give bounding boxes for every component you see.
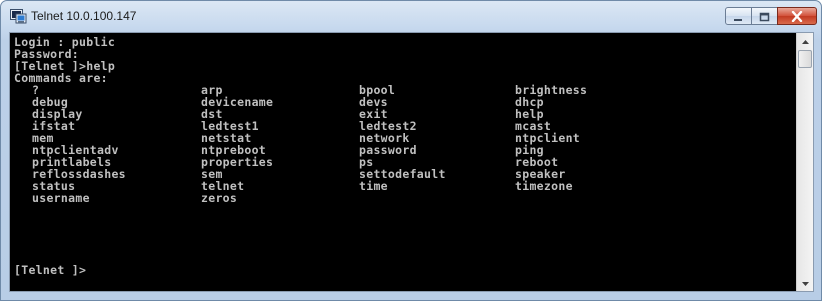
console-line-commands-header: Commands are: [14, 71, 108, 85]
close-icon [791, 7, 803, 26]
arrow-up-icon [801, 37, 809, 46]
command-entry: time [359, 179, 388, 193]
title-bar[interactable]: Telnet 10.0.100.147 [1, 1, 821, 31]
arrow-down-icon [801, 279, 809, 288]
command-entry: username [32, 191, 90, 205]
command-entry: zeros [201, 191, 238, 205]
telnet-window: Telnet 10.0.100.147 Login : public Passw… [0, 0, 822, 301]
close-button[interactable] [777, 7, 817, 25]
maximize-icon [759, 7, 770, 26]
command-entry: timezone [515, 179, 573, 193]
window-title: Telnet 10.0.100.147 [31, 9, 137, 23]
scroll-down-button[interactable] [797, 275, 813, 291]
minimize-button[interactable] [725, 7, 752, 25]
vertical-scrollbar[interactable] [796, 33, 813, 291]
console-client-area: Login : public Password: [Telnet ]>help … [9, 32, 814, 292]
scrollbar-thumb[interactable] [798, 50, 812, 68]
scroll-up-button[interactable] [797, 33, 813, 49]
minimize-icon [733, 7, 744, 26]
telnet-app-icon[interactable] [10, 9, 27, 24]
console-output[interactable]: Login : public Password: [Telnet ]>help … [10, 33, 796, 291]
console-prompt: [Telnet ]> [14, 263, 87, 277]
maximize-button[interactable] [751, 7, 778, 25]
